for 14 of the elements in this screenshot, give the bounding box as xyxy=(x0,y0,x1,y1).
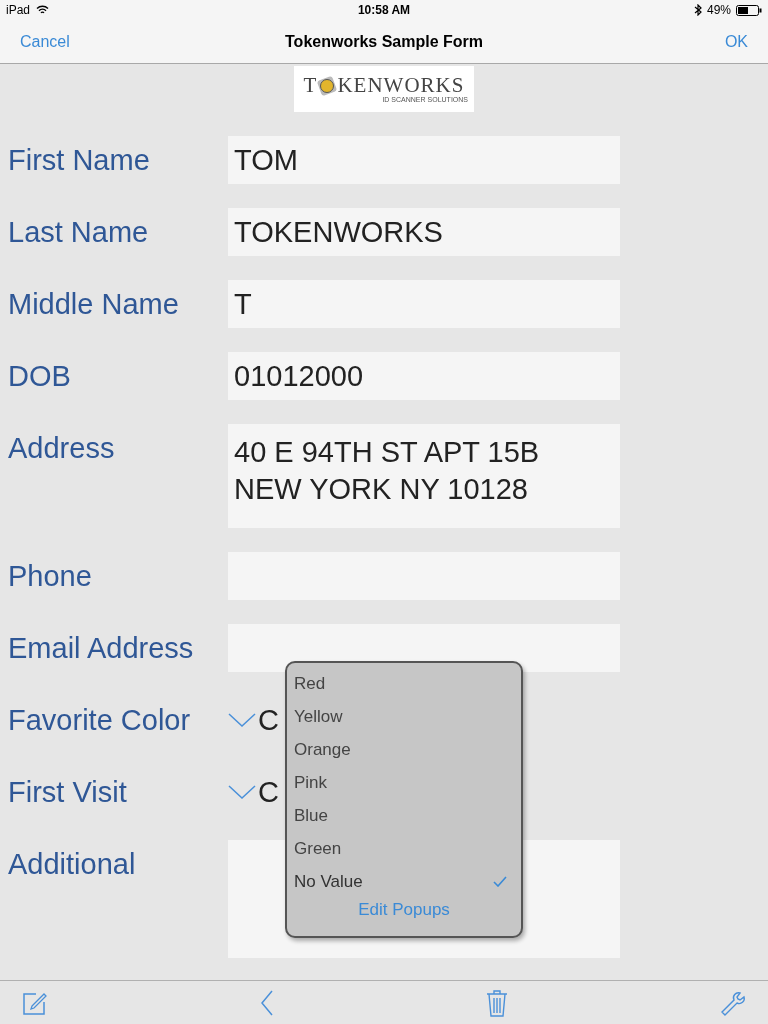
field-label: Phone xyxy=(7,559,93,594)
field-label: Favorite Color xyxy=(7,703,192,738)
field-label: First Name xyxy=(7,143,151,178)
field-label: Additional xyxy=(7,847,137,882)
field-label: Last Name xyxy=(7,215,150,250)
field-label: DOB xyxy=(7,359,72,394)
field-label: Email Address xyxy=(7,631,195,666)
device-name: iPad xyxy=(6,3,31,17)
field-label: Middle Name xyxy=(7,287,180,322)
field-label: Address xyxy=(7,431,116,466)
battery-percent: 49% xyxy=(706,3,731,17)
clock: 10:58 AM xyxy=(357,3,411,17)
form-title: Tokenworks Sample Form xyxy=(285,32,483,51)
field-label: First Visit xyxy=(7,775,128,810)
